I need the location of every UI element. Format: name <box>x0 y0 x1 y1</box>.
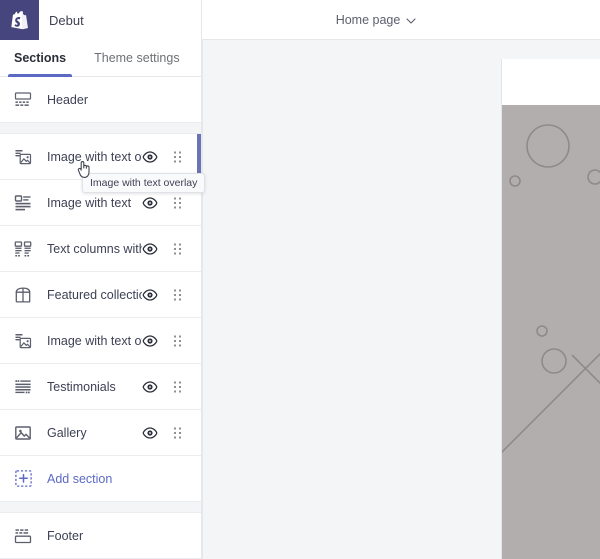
testimonials-icon <box>13 377 33 397</box>
section-row-actions <box>142 241 201 257</box>
page-selector-dropdown[interactable]: Home page <box>336 13 417 27</box>
drag-handle-icon[interactable] <box>170 425 186 441</box>
storefront-preview: CUTE P <box>501 59 600 559</box>
section-list-divider-2 <box>0 502 201 513</box>
drag-handle-icon[interactable] <box>170 195 186 211</box>
top-bar: Debut Home page <box>0 0 600 40</box>
drag-handle-icon[interactable] <box>170 149 186 165</box>
section-row-actions <box>142 287 201 303</box>
eye-icon[interactable] <box>142 333 158 349</box>
footer-layout-icon <box>13 526 33 546</box>
theme-editor-app: Debut Home page Sections Theme settings <box>0 0 600 559</box>
text-columns-icon <box>13 239 33 259</box>
section-row-header[interactable]: Header <box>0 77 201 123</box>
tab-sections[interactable]: Sections <box>0 40 80 76</box>
eye-icon[interactable] <box>142 149 158 165</box>
hero-placeholder-image[interactable] <box>502 105 600 559</box>
image-with-text-overlay-icon <box>13 331 33 351</box>
section-list-divider <box>0 123 201 134</box>
shopify-logo-tile[interactable] <box>0 0 39 40</box>
eye-icon[interactable] <box>142 287 158 303</box>
eye-icon[interactable] <box>142 425 158 441</box>
tab-theme-settings[interactable]: Theme settings <box>80 40 193 76</box>
tooltip-text: Image with text overlay <box>90 177 197 189</box>
page-selector-label: Home page <box>336 13 401 27</box>
section-label: Footer <box>33 529 201 543</box>
section-row-actions <box>142 195 201 211</box>
shopify-bag-icon <box>11 10 29 31</box>
section-row-footer[interactable]: Footer <box>0 513 201 559</box>
placeholder-graphic <box>502 105 600 559</box>
section-name-tooltip: Image with text overlay <box>82 173 205 193</box>
storefront-header: CUTE P <box>502 59 600 105</box>
section-label: Gallery <box>33 426 142 440</box>
tab-theme-settings-label: Theme settings <box>94 51 179 65</box>
tab-sections-label: Sections <box>14 51 66 65</box>
section-label: Testimonials <box>33 380 142 394</box>
sidebar-divider <box>202 40 203 559</box>
section-row-actions <box>142 333 201 349</box>
section-list: Header Image <box>0 77 201 559</box>
add-section-label: Add section <box>33 472 201 486</box>
section-row-gallery[interactable]: Gallery <box>0 410 201 456</box>
image-with-text-overlay-icon <box>13 147 33 167</box>
section-label: Image with text <box>33 196 142 210</box>
eye-icon[interactable] <box>142 195 158 211</box>
header-layout-icon <box>13 90 33 110</box>
section-row-actions <box>142 425 201 441</box>
sections-sidebar: Sections Theme settings <box>0 40 202 559</box>
add-section-button[interactable]: Add section <box>0 456 201 502</box>
section-label: Text columns with i... <box>33 242 142 256</box>
featured-collection-icon <box>13 285 33 305</box>
top-bar-right: Home page <box>202 0 600 40</box>
section-row-image-with-text-overlay-2[interactable]: Image with text ov... <box>0 318 201 364</box>
section-label: Featured collection <box>33 288 142 302</box>
section-label: Image with text ov... <box>33 150 142 164</box>
section-row-testimonials[interactable]: Testimonials <box>0 364 201 410</box>
drag-handle-icon[interactable] <box>170 333 186 349</box>
preview-canvas: CUTE P <box>202 40 600 559</box>
chevron-down-icon <box>406 13 416 27</box>
section-row-text-columns[interactable]: Text columns with i... <box>0 226 201 272</box>
sidebar-tabs: Sections Theme settings <box>0 40 201 77</box>
section-row-actions <box>142 149 201 165</box>
drag-handle-icon[interactable] <box>170 379 186 395</box>
section-label: Image with text ov... <box>33 334 142 348</box>
section-row-featured-collection[interactable]: Featured collection <box>0 272 201 318</box>
eye-icon[interactable] <box>142 379 158 395</box>
add-section-plus-icon <box>13 469 33 489</box>
section-row-actions <box>142 379 201 395</box>
eye-icon[interactable] <box>142 241 158 257</box>
gallery-icon <box>13 423 33 443</box>
section-label: Header <box>33 93 201 107</box>
theme-name-label: Debut <box>39 0 202 40</box>
image-with-text-icon <box>13 193 33 213</box>
drag-handle-icon[interactable] <box>170 241 186 257</box>
drag-handle-icon[interactable] <box>170 287 186 303</box>
